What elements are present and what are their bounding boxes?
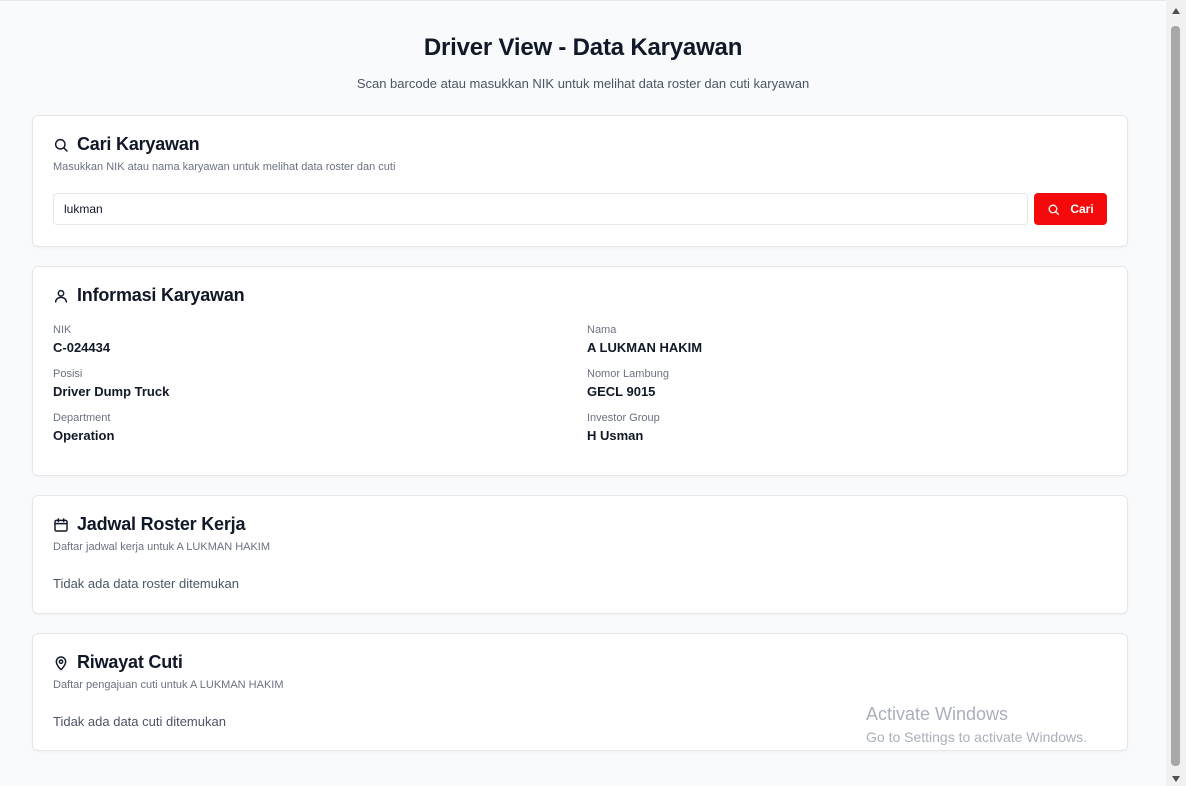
search-button-label: Cari xyxy=(1070,202,1094,216)
page: Driver View - Data Karyawan Scan barcode… xyxy=(0,0,1166,786)
info-value: H Usman xyxy=(587,428,644,443)
watermark-title: Activate Windows xyxy=(866,704,1009,724)
search-button-icon xyxy=(1048,204,1060,215)
leave-card-description: Daftar pengajuan cuti untuk A LUKMAN HAK… xyxy=(53,679,284,691)
employee-info-card: Informasi Karyawan NIK C-024434 Nama A L… xyxy=(32,266,1128,476)
leave-card-title: Riwayat Cuti xyxy=(77,652,183,672)
scroll-down-arrow[interactable] xyxy=(1172,776,1180,782)
search-card-header: Cari Karyawan xyxy=(53,134,1107,155)
search-card-title: Cari Karyawan xyxy=(77,134,200,154)
scroll-up-arrow[interactable] xyxy=(1172,8,1180,14)
windows-activation-watermark: Activate Windows Go to Settings to activ… xyxy=(866,704,1087,745)
info-value: C-024434 xyxy=(53,340,111,355)
calendar-icon xyxy=(53,517,69,533)
info-label: Nomor Lambung xyxy=(587,368,669,380)
info-card-header: Informasi Karyawan xyxy=(53,285,1107,306)
search-button[interactable]: Cari xyxy=(1034,193,1107,225)
info-card-title: Informasi Karyawan xyxy=(77,285,245,305)
info-value: Operation xyxy=(53,428,115,443)
info-field-department: Department Operation xyxy=(53,412,587,443)
info-field-posisi: Posisi Driver Dump Truck xyxy=(53,368,587,399)
info-field-investor-group: Investor Group H Usman xyxy=(587,412,1107,443)
page-header: Driver View - Data Karyawan Scan barcode… xyxy=(0,1,1166,91)
roster-card-description: Daftar jadwal kerja untuk A LUKMAN HAKIM xyxy=(53,541,271,553)
vertical-scrollbar[interactable] xyxy=(1166,0,1186,786)
info-field-nomor-lambung: Nomor Lambung GECL 9015 xyxy=(587,368,1107,399)
info-field-nik: NIK C-024434 xyxy=(53,324,587,355)
info-label: Department xyxy=(53,412,111,424)
info-label: Posisi xyxy=(53,368,83,380)
map-pin-icon xyxy=(53,655,69,671)
search-card: Cari Karyawan Masukkan NIK atau nama kar… xyxy=(32,115,1128,247)
roster-card: Jadwal Roster Kerja Daftar jadwal kerja … xyxy=(32,495,1128,614)
user-icon xyxy=(53,288,69,304)
info-label: Nama xyxy=(587,324,617,336)
info-label: NIK xyxy=(53,324,72,336)
roster-empty-text: Tidak ada data roster ditemukan xyxy=(53,576,239,591)
info-grid: NIK C-024434 Nama A LUKMAN HAKIM Posisi … xyxy=(53,324,1107,443)
info-field-nama: Nama A LUKMAN HAKIM xyxy=(587,324,1107,355)
info-value: A LUKMAN HAKIM xyxy=(587,340,703,355)
search-input[interactable] xyxy=(53,193,1028,225)
page-title: Driver View - Data Karyawan xyxy=(423,34,743,61)
info-value: Driver Dump Truck xyxy=(53,384,170,399)
leave-card-header: Riwayat Cuti xyxy=(53,652,1107,673)
search-icon xyxy=(53,137,69,153)
watermark-subtitle: Go to Settings to activate Windows. xyxy=(866,729,1087,745)
roster-card-title: Jadwal Roster Kerja xyxy=(77,514,246,534)
roster-card-header: Jadwal Roster Kerja xyxy=(53,514,1107,535)
info-value: GECL 9015 xyxy=(587,384,656,399)
scroll-thumb[interactable] xyxy=(1171,26,1180,766)
page-subtitle: Scan barcode atau masukkan NIK untuk mel… xyxy=(356,76,810,91)
search-card-description: Masukkan NIK atau nama karyawan untuk me… xyxy=(53,161,396,173)
search-row: Cari xyxy=(53,193,1107,225)
info-label: Investor Group xyxy=(587,412,660,424)
